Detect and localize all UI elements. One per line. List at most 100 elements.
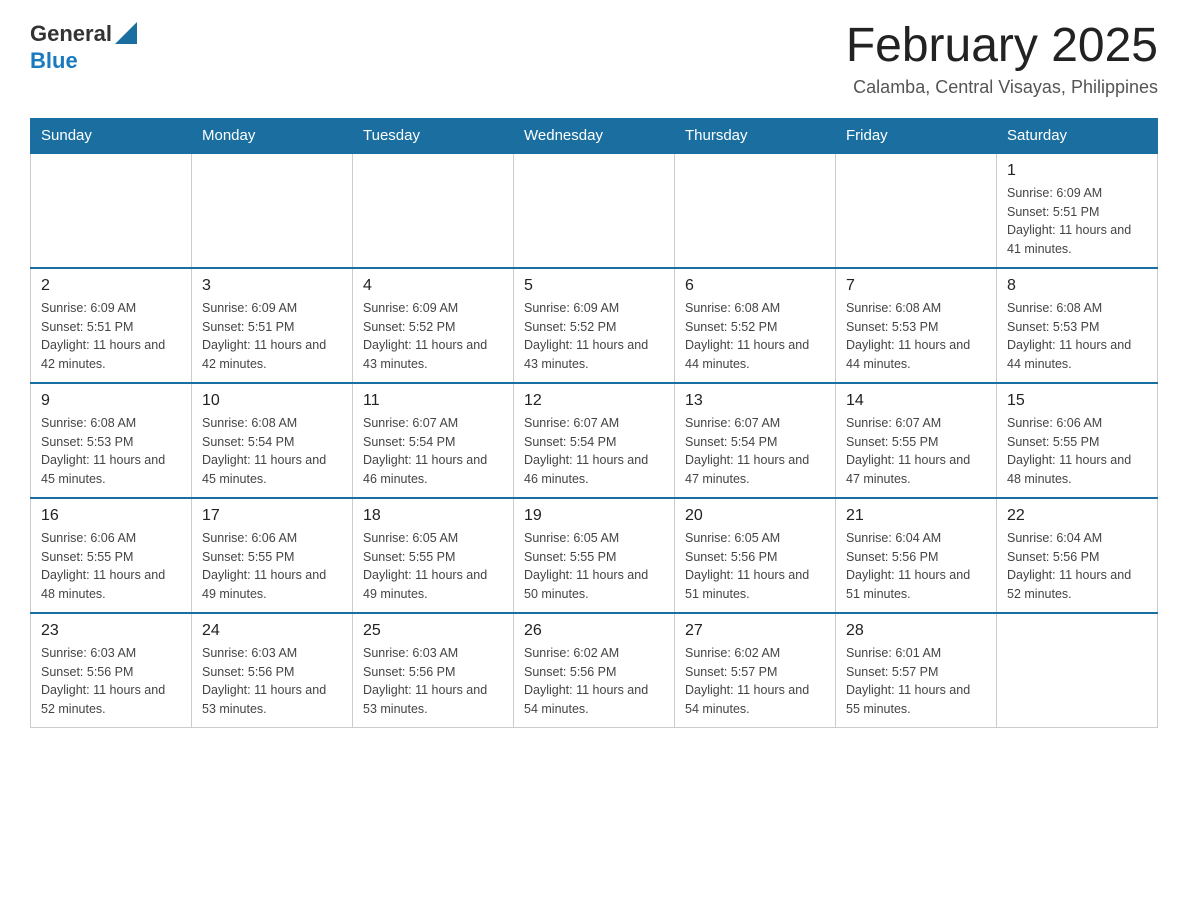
calendar-cell: 28Sunrise: 6:01 AMSunset: 5:57 PMDayligh… xyxy=(836,613,997,728)
day-info: Sunrise: 6:07 AMSunset: 5:55 PMDaylight:… xyxy=(846,414,986,489)
calendar-cell: 21 Sunrise: 6:04 AMSunset: 5:56 PMDayligh… xyxy=(836,498,997,613)
header-tuesday: Tuesday xyxy=(353,118,514,153)
day-number: 19 xyxy=(524,507,664,525)
calendar-header-row: Sunday Monday Tuesday Wednesday Thursday… xyxy=(31,118,1158,153)
calendar-cell: 2 Sunrise: 6:09 AMSunset: 5:51 PMDaylight… xyxy=(31,268,192,383)
day-info: Sunrise: 6:03 AMSunset: 5:56 PMDaylight:… xyxy=(202,644,342,719)
calendar-cell xyxy=(997,613,1158,728)
day-number: 25 xyxy=(363,622,503,640)
calendar-cell: 16 Sunrise: 6:06 AMSunset: 5:55 PMDayligh… xyxy=(31,498,192,613)
day-info: Sunrise: 6:09 AMSunset: 5:51 PMDaylight:… xyxy=(202,299,342,374)
calendar-cell xyxy=(31,153,192,268)
day-info: Sunrise: 6:09 AMSunset: 5:52 PMDaylight:… xyxy=(363,299,503,374)
location-title: Calamba, Central Visayas, Philippines xyxy=(846,77,1158,98)
day-number: 12 xyxy=(524,392,664,410)
day-number: 4 xyxy=(363,277,503,295)
day-info: Sunrise: 6:02 AMSunset: 5:57 PMDaylight:… xyxy=(685,644,825,719)
day-number: 9 xyxy=(41,392,181,410)
day-info: Sunrise: 6:07 AMSunset: 5:54 PMDaylight:… xyxy=(524,414,664,489)
calendar-cell: 20Sunrise: 6:05 AMSunset: 5:56 PMDayligh… xyxy=(675,498,836,613)
day-info: Sunrise: 6:07 AMSunset: 5:54 PMDaylight:… xyxy=(685,414,825,489)
calendar-cell: 19 Sunrise: 6:05 AMSunset: 5:55 PMDayligh… xyxy=(514,498,675,613)
day-info: Sunrise: 6:07 AMSunset: 5:54 PMDaylight:… xyxy=(363,414,503,489)
calendar-cell: 25Sunrise: 6:03 AMSunset: 5:56 PMDayligh… xyxy=(353,613,514,728)
calendar-cell: 15 Sunrise: 6:06 AMSunset: 5:55 PMDayligh… xyxy=(997,383,1158,498)
calendar-cell xyxy=(675,153,836,268)
header-saturday: Saturday xyxy=(997,118,1158,153)
day-number: 8 xyxy=(1007,277,1147,295)
calendar-week-row: 23 Sunrise: 6:03 AMSunset: 5:56 PMDayligh… xyxy=(31,613,1158,728)
day-info: Sunrise: 6:05 AMSunset: 5:55 PMDaylight:… xyxy=(363,529,503,604)
header-wednesday: Wednesday xyxy=(514,118,675,153)
day-info: Sunrise: 6:06 AMSunset: 5:55 PMDaylight:… xyxy=(41,529,181,604)
calendar-cell: 1 Sunrise: 6:09 AMSunset: 5:51 PMDaylight… xyxy=(997,153,1158,268)
page-header: General Blue February 2025 Calamba, Cent… xyxy=(30,20,1158,98)
calendar-week-row: 16 Sunrise: 6:06 AMSunset: 5:55 PMDayligh… xyxy=(31,498,1158,613)
day-info: Sunrise: 6:04 AMSunset: 5:56 PMDaylight:… xyxy=(846,529,986,604)
day-number: 27 xyxy=(685,622,825,640)
calendar-cell: 6 Sunrise: 6:08 AMSunset: 5:52 PMDaylight… xyxy=(675,268,836,383)
header-friday: Friday xyxy=(836,118,997,153)
day-number: 5 xyxy=(524,277,664,295)
day-number: 23 xyxy=(41,622,181,640)
day-info: Sunrise: 6:08 AMSunset: 5:52 PMDaylight:… xyxy=(685,299,825,374)
calendar-week-row: 2 Sunrise: 6:09 AMSunset: 5:51 PMDaylight… xyxy=(31,268,1158,383)
calendar-cell: 17Sunrise: 6:06 AMSunset: 5:55 PMDayligh… xyxy=(192,498,353,613)
day-info: Sunrise: 6:09 AMSunset: 5:52 PMDaylight:… xyxy=(524,299,664,374)
day-info: Sunrise: 6:05 AMSunset: 5:56 PMDaylight:… xyxy=(685,529,825,604)
calendar-cell: 11Sunrise: 6:07 AMSunset: 5:54 PMDayligh… xyxy=(353,383,514,498)
day-number: 21 xyxy=(846,507,986,525)
calendar-cell: 26 Sunrise: 6:02 AMSunset: 5:56 PMDayligh… xyxy=(514,613,675,728)
logo-triangle-icon xyxy=(115,22,137,44)
day-info: Sunrise: 6:08 AMSunset: 5:53 PMDaylight:… xyxy=(1007,299,1147,374)
calendar-cell xyxy=(836,153,997,268)
calendar-cell: 12 Sunrise: 6:07 AMSunset: 5:54 PMDayligh… xyxy=(514,383,675,498)
day-info: Sunrise: 6:08 AMSunset: 5:54 PMDaylight:… xyxy=(202,414,342,489)
calendar-cell: 23 Sunrise: 6:03 AMSunset: 5:56 PMDayligh… xyxy=(31,613,192,728)
logo-general-text: General xyxy=(30,22,112,46)
logo: General Blue xyxy=(30,20,137,73)
day-info: Sunrise: 6:05 AMSunset: 5:55 PMDaylight:… xyxy=(524,529,664,604)
calendar-cell: 27 Sunrise: 6:02 AMSunset: 5:57 PMDayligh… xyxy=(675,613,836,728)
day-number: 15 xyxy=(1007,392,1147,410)
header-monday: Monday xyxy=(192,118,353,153)
day-number: 7 xyxy=(846,277,986,295)
day-number: 24 xyxy=(202,622,342,640)
month-title: February 2025 xyxy=(846,20,1158,73)
logo-blue-text: Blue xyxy=(30,49,137,73)
day-number: 2 xyxy=(41,277,181,295)
day-info: Sunrise: 6:06 AMSunset: 5:55 PMDaylight:… xyxy=(202,529,342,604)
day-info: Sunrise: 6:08 AMSunset: 5:53 PMDaylight:… xyxy=(846,299,986,374)
calendar-cell: 22 Sunrise: 6:04 AMSunset: 5:56 PMDayligh… xyxy=(997,498,1158,613)
day-info: Sunrise: 6:04 AMSunset: 5:56 PMDaylight:… xyxy=(1007,529,1147,604)
header-thursday: Thursday xyxy=(675,118,836,153)
calendar-cell: 14 Sunrise: 6:07 AMSunset: 5:55 PMDayligh… xyxy=(836,383,997,498)
calendar-cell: 24 Sunrise: 6:03 AMSunset: 5:56 PMDayligh… xyxy=(192,613,353,728)
day-info: Sunrise: 6:09 AMSunset: 5:51 PMDaylight:… xyxy=(41,299,181,374)
day-number: 10 xyxy=(202,392,342,410)
calendar-cell xyxy=(353,153,514,268)
day-info: Sunrise: 6:08 AMSunset: 5:53 PMDaylight:… xyxy=(41,414,181,489)
calendar-week-row: 9 Sunrise: 6:08 AMSunset: 5:53 PMDaylight… xyxy=(31,383,1158,498)
day-number: 3 xyxy=(202,277,342,295)
calendar-cell: 10 Sunrise: 6:08 AMSunset: 5:54 PMDayligh… xyxy=(192,383,353,498)
day-number: 6 xyxy=(685,277,825,295)
day-number: 14 xyxy=(846,392,986,410)
calendar-cell: 9 Sunrise: 6:08 AMSunset: 5:53 PMDaylight… xyxy=(31,383,192,498)
calendar-cell: 7 Sunrise: 6:08 AMSunset: 5:53 PMDaylight… xyxy=(836,268,997,383)
day-number: 28 xyxy=(846,622,986,640)
header-sunday: Sunday xyxy=(31,118,192,153)
day-info: Sunrise: 6:09 AMSunset: 5:51 PMDaylight:… xyxy=(1007,184,1147,259)
calendar-cell: 5 Sunrise: 6:09 AMSunset: 5:52 PMDaylight… xyxy=(514,268,675,383)
day-number: 22 xyxy=(1007,507,1147,525)
day-number: 1 xyxy=(1007,162,1147,180)
day-number: 18 xyxy=(363,507,503,525)
day-info: Sunrise: 6:06 AMSunset: 5:55 PMDaylight:… xyxy=(1007,414,1147,489)
calendar-cell: 3 Sunrise: 6:09 AMSunset: 5:51 PMDaylight… xyxy=(192,268,353,383)
calendar-cell xyxy=(192,153,353,268)
day-info: Sunrise: 6:03 AMSunset: 5:56 PMDaylight:… xyxy=(41,644,181,719)
day-info: Sunrise: 6:02 AMSunset: 5:56 PMDaylight:… xyxy=(524,644,664,719)
calendar-week-row: 1 Sunrise: 6:09 AMSunset: 5:51 PMDaylight… xyxy=(31,153,1158,268)
day-number: 16 xyxy=(41,507,181,525)
day-number: 26 xyxy=(524,622,664,640)
